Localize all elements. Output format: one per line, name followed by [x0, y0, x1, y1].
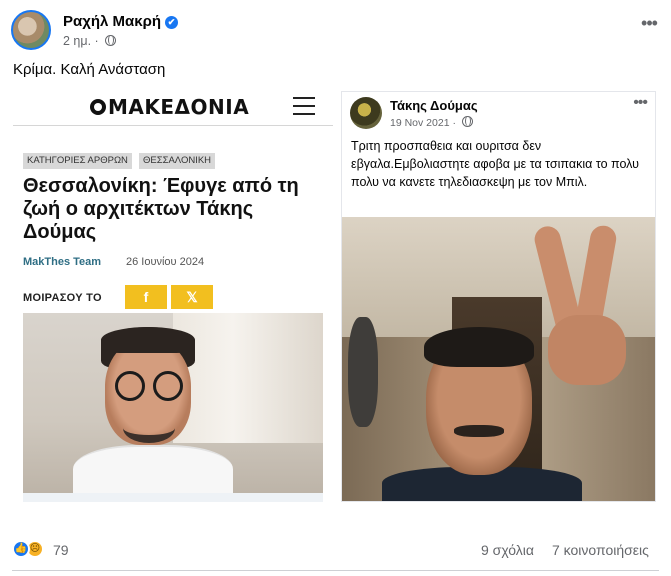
inner-post-time: 19 Nov 2021	[390, 117, 450, 129]
inner-author-name: Τάκης Δούμας	[390, 98, 478, 113]
header-divider	[13, 125, 333, 126]
post-header: Ραχήλ Μακρή ✔ 2 ημ. · •••	[11, 10, 661, 54]
article-footer-strip	[23, 493, 323, 502]
article-date: 26 Ιουνίου 2024	[126, 256, 205, 268]
post-time[interactable]: 2 ημ.	[63, 34, 91, 48]
inner-globe-icon	[461, 116, 473, 127]
tag-thessaloniki: ΘΕΣΣΑΛΟΝΙΚΗ	[139, 153, 216, 169]
inner-post-meta: 19 Nov 2021 ·	[390, 116, 473, 129]
footer-divider	[12, 570, 659, 571]
author-name[interactable]: Ραχήλ Μακρή ✔	[63, 13, 179, 30]
shares-count-link[interactable]: 7 κοινοποιήσεις	[552, 542, 649, 558]
site-name: ΜΑΚΕΔΟΝΙΑ	[108, 95, 250, 119]
facebook-share-icon: f	[125, 285, 167, 309]
inner-author-avatar	[350, 97, 382, 129]
globe-icon	[105, 35, 117, 46]
inner-post-text: Τριτη προσπαθεια και ουριτσα δεν εβγαλα.…	[351, 139, 639, 189]
x-share-icon: 𝕏	[171, 285, 213, 309]
tag-categories: ΚΑΤΗΓΟΡΙΕΣ ΑΡΘΡΩΝ	[23, 153, 132, 169]
reaction-count[interactable]: 79	[53, 542, 69, 558]
more-options-button[interactable]: •••	[637, 14, 661, 36]
selfie-photo	[342, 217, 655, 501]
author-name-label[interactable]: Ραχήλ Μακρή	[63, 13, 161, 30]
inner-post-image[interactable]: Τάκης Δούμας 19 Nov 2021 · ••• Τριτη προ…	[341, 91, 656, 502]
comments-count-link[interactable]: 9 σχόλια	[481, 542, 534, 558]
hamburger-menu-icon	[293, 97, 315, 115]
like-reaction-icon: 👍	[12, 540, 30, 558]
logo-mark-icon	[90, 99, 106, 115]
article-photo	[23, 313, 323, 493]
author-avatar[interactable]	[11, 10, 51, 50]
post-text: Κρίμα. Καλή Ανάσταση	[13, 61, 166, 78]
post-meta: 2 ημ. ·	[63, 34, 117, 48]
article-title: Θεσσαλονίκη: Έφυγε από τη ζωή ο αρχιτέκτ…	[23, 175, 299, 243]
verified-badge-icon: ✔	[165, 16, 179, 29]
article-author: MakThes Team	[23, 256, 102, 268]
article-image[interactable]: ΜΑΚΕΔΟΝΙΑ ΚΑΤΗΓΟΡΙΕΣ ΑΡΘΡΩΝ ΘΕΣΣΑΛΟΝΙΚΗ …	[13, 91, 333, 502]
share-label: ΜΟΙΡΑΣΟΥ ΤΟ	[23, 292, 102, 304]
site-logo: ΜΑΚΕΔΟΝΙΑ	[90, 95, 249, 119]
inner-more-icon: •••	[633, 94, 648, 111]
